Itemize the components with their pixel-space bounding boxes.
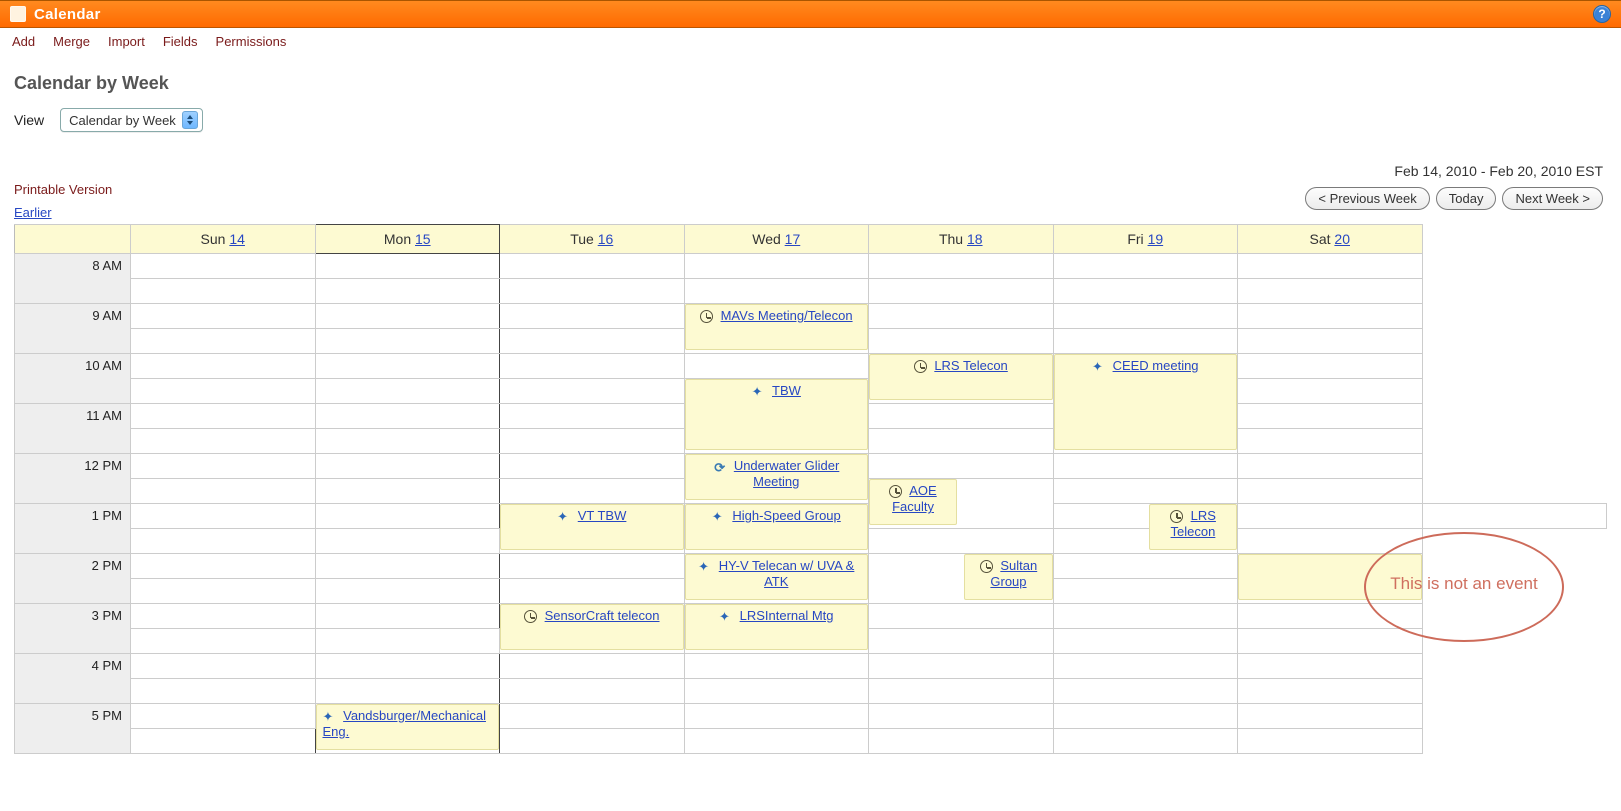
time-12pm: 12 PM [15, 454, 131, 504]
time-8am: 8 AM [15, 254, 131, 304]
calendar-grid: Sun 14 Mon 15 Tue 16 Wed 17 Thu 18 Fri 1… [14, 224, 1607, 754]
view-select-value: Calendar by Week [69, 113, 176, 128]
day-link-mon[interactable]: 15 [415, 231, 431, 247]
event-uw-glider[interactable]: Underwater Glider Meeting [685, 454, 869, 500]
event-sultan[interactable]: Sultan Group [964, 554, 1052, 600]
clock-icon [1170, 510, 1183, 523]
view-label: View [14, 112, 44, 128]
clock-icon [980, 560, 993, 573]
header-time [15, 225, 131, 254]
event-mavs[interactable]: MAVs Meeting/Telecon [685, 304, 869, 350]
run-icon [1092, 360, 1105, 373]
menu-import[interactable]: Import [108, 34, 145, 49]
time-10am: 10 AM [15, 354, 131, 404]
menu-bar: Add Merge Import Fields Permissions [0, 28, 1621, 53]
event-hyv[interactable]: HY-V Telecan w/ UVA & ATK [685, 554, 869, 600]
earlier-link[interactable]: Earlier [14, 205, 52, 220]
view-select[interactable]: Calendar by Week [60, 108, 203, 132]
app-icon [10, 6, 26, 22]
help-icon[interactable]: ? [1593, 5, 1611, 23]
time-2pm: 2 PM [15, 554, 131, 604]
header-mon: Mon 15 [315, 225, 500, 254]
clock-icon [700, 310, 713, 323]
run-icon [712, 510, 725, 523]
day-link-wed[interactable]: 17 [785, 231, 801, 247]
menu-add[interactable]: Add [12, 34, 35, 49]
event-hsg[interactable]: High-Speed Group [685, 504, 869, 550]
recur-icon [713, 460, 726, 473]
header-fri: Fri 19 [1053, 225, 1238, 254]
app-title: Calendar [34, 6, 101, 23]
menu-merge[interactable]: Merge [53, 34, 90, 49]
day-link-sat[interactable]: 20 [1334, 231, 1350, 247]
prev-week-button[interactable]: < Previous Week [1305, 187, 1429, 210]
today-button[interactable]: Today [1436, 187, 1497, 210]
time-9am: 9 AM [15, 304, 131, 354]
date-range: Feb 14, 2010 - Feb 20, 2010 EST [1305, 163, 1603, 179]
header-sun: Sun 14 [131, 225, 316, 254]
day-link-fri[interactable]: 19 [1148, 231, 1164, 247]
menu-fields[interactable]: Fields [163, 34, 198, 49]
menu-permissions[interactable]: Permissions [216, 34, 287, 49]
day-link-thu[interactable]: 18 [967, 231, 983, 247]
time-1pm: 1 PM [15, 504, 131, 554]
clock-icon [914, 360, 927, 373]
event-aoe[interactable]: AOE Faculty [869, 479, 957, 525]
day-link-sun[interactable]: 14 [229, 231, 245, 247]
event-lrsinternal[interactable]: LRSInternal Mtg [685, 604, 869, 650]
header-thu: Thu 18 [869, 225, 1054, 254]
event-vandsburger[interactable]: Vandsburger/Mechanical Eng. [316, 704, 500, 750]
event-lrs-thu13[interactable]: LRS Telecon [1149, 504, 1237, 550]
event-sensorcraft[interactable]: SensorCraft telecon [500, 604, 684, 650]
header-wed: Wed 17 [684, 225, 869, 254]
clock-icon [889, 485, 902, 498]
event-ceed[interactable]: CEED meeting [1054, 354, 1238, 450]
header-tue: Tue 16 [500, 225, 685, 254]
event-tbw[interactable]: TBW [685, 379, 869, 450]
title-bar: Calendar ? [0, 0, 1621, 28]
page-title: Calendar by Week [14, 73, 1607, 94]
clock-icon [524, 610, 537, 623]
run-icon [719, 610, 732, 623]
run-icon [752, 385, 765, 398]
event-vt-tbw[interactable]: VT TBW [500, 504, 684, 550]
event-lrs-thu10[interactable]: LRS Telecon [869, 354, 1053, 400]
run-icon [323, 710, 336, 723]
next-week-button[interactable]: Next Week > [1502, 187, 1603, 210]
time-5pm: 5 PM [15, 704, 131, 754]
run-icon [698, 560, 711, 573]
time-11am: 11 AM [15, 404, 131, 454]
annotation-text: This is not an event [1374, 574, 1554, 594]
time-3pm: 3 PM [15, 604, 131, 654]
header-sat: Sat 20 [1238, 225, 1423, 254]
printable-link[interactable]: Printable Version [14, 182, 112, 197]
run-icon [557, 510, 570, 523]
chevron-updown-icon [182, 111, 198, 129]
time-4pm: 4 PM [15, 654, 131, 704]
day-link-tue[interactable]: 16 [598, 231, 614, 247]
